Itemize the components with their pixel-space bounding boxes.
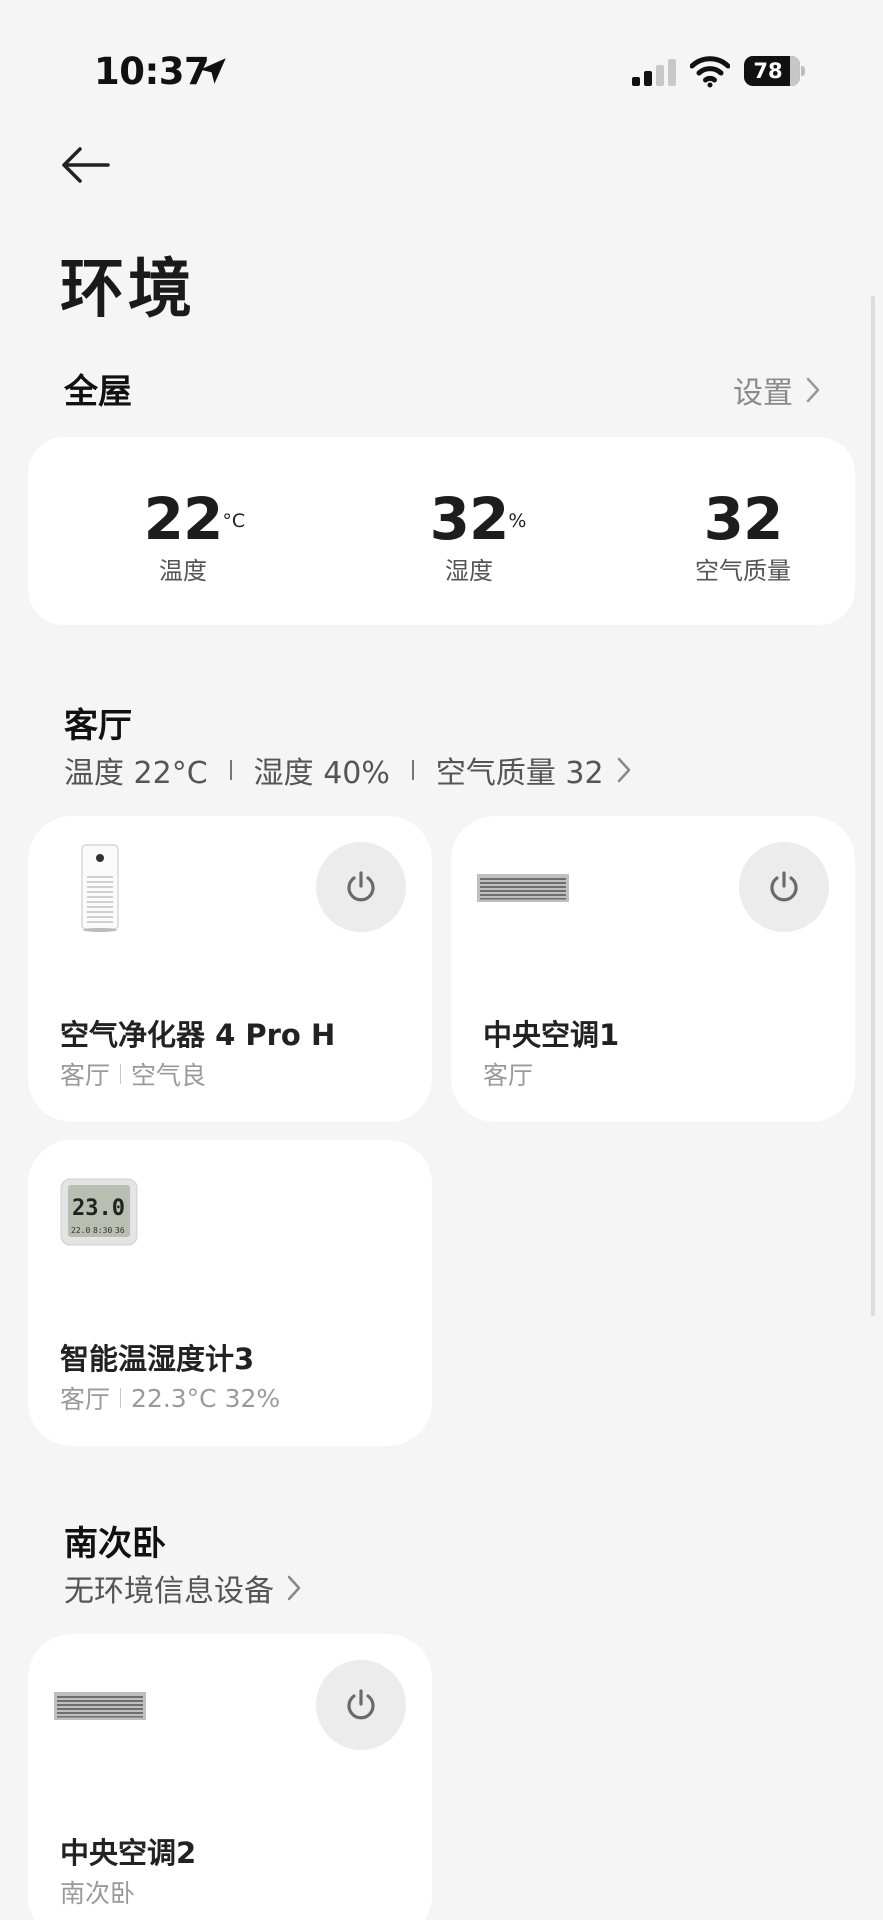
page-title: 环境: [60, 253, 196, 327]
battery-indicator: 78: [744, 56, 806, 86]
status-bar: 10:37 78: [0, 0, 883, 140]
device-status: 22.3°C 32%: [131, 1383, 281, 1413]
device-room: 客厅: [60, 1061, 111, 1090]
device-name: 智能温湿度计3: [60, 1342, 255, 1376]
south-bedroom-info-text: 无环境信息设备: [64, 1574, 274, 1609]
temperature-metric: 22 °C 温度: [108, 489, 258, 586]
living-room-title: 客厅: [64, 706, 132, 746]
battery-level: 78: [753, 59, 783, 83]
device-name: 中央空调2: [60, 1836, 197, 1870]
sensor-main-reading: 23.0: [72, 1196, 125, 1221]
location-arrow-icon: [200, 58, 226, 84]
device-room: 客厅: [483, 1061, 534, 1090]
south-bedroom-title: 南次卧: [64, 1524, 166, 1564]
humidity-label: 湿度: [445, 557, 493, 585]
device-subtitle: 客厅: [483, 1056, 533, 1092]
temperature-value: 22 °C: [143, 485, 246, 553]
living-room-air-quality: 空气质量 32: [435, 756, 604, 791]
thermo-hygrometer-image: 23.0 22.0 8:30 36: [60, 1178, 138, 1246]
battery-icon: 78: [744, 56, 800, 86]
device-subtitle: 客厅 空气良: [60, 1056, 206, 1092]
sensor-sub-reading-2: 8:30: [93, 1226, 112, 1235]
chevron-right-icon: [617, 757, 630, 783]
device-subtitle: 南次卧: [60, 1874, 135, 1910]
air-quality-label: 空气质量: [695, 557, 791, 585]
humidity-value: 32%: [429, 485, 527, 553]
chevron-right-icon: [287, 1575, 301, 1601]
environment-page: 10:37 78 环境 全屋 设置 22 °C 温度 32 % 湿度 32 空气…: [0, 0, 883, 1920]
power-icon: [347, 1689, 375, 1720]
living-room-temperature: 温度 22°C: [64, 756, 208, 791]
settings-label: 设置: [733, 376, 793, 411]
power-button[interactable]: [316, 842, 406, 932]
living-room-info[interactable]: 温度 22°C 湿度 40% 空气质量 32: [64, 748, 632, 792]
temperature-unit: °C: [222, 510, 246, 532]
whole-house-summary-card[interactable]: 22 °C 温度 32% 湿度 32 空气质量: [28, 437, 855, 625]
device-card-air-purifier[interactable]: 空气净化器 4 Pro H 客厅 空气良: [28, 816, 432, 1122]
device-name: 空气净化器 4 Pro H: [60, 1018, 336, 1052]
power-icon: [347, 871, 375, 902]
air-quality-value: 32: [703, 485, 784, 553]
device-subtitle: 客厅 22.3°C 32%: [60, 1380, 280, 1416]
temperature-label: 温度: [159, 557, 207, 585]
device-name: 中央空调1: [483, 1018, 620, 1052]
wifi-icon: [690, 56, 730, 88]
central-ac-image: [477, 874, 569, 902]
air-purifier-image: [81, 844, 119, 932]
power-icon: [770, 871, 798, 902]
status-time: 10:37: [94, 50, 210, 93]
back-arrow-icon: [62, 147, 110, 183]
humidity-unit: %: [508, 510, 527, 532]
device-status: 空气良: [131, 1061, 207, 1090]
central-ac-image: [54, 1692, 146, 1720]
back-button[interactable]: [60, 140, 120, 190]
whole-house-title: 全屋: [64, 372, 132, 412]
device-card-central-ac-2[interactable]: 中央空调2 南次卧: [28, 1634, 432, 1920]
sensor-sub-reading-1: 22.0: [71, 1226, 90, 1235]
scrollbar[interactable]: [871, 296, 875, 1316]
power-button[interactable]: [316, 1660, 406, 1750]
device-card-thermo-hygrometer[interactable]: 23.0 22.0 8:30 36 智能温湿度计3 客厅 22.3°C 32%: [28, 1140, 432, 1446]
south-bedroom-info[interactable]: 无环境信息设备: [64, 1566, 302, 1610]
chevron-right-icon: [806, 377, 820, 403]
device-room: 南次卧: [60, 1879, 136, 1908]
settings-link[interactable]: 设置: [733, 368, 821, 412]
sensor-sub-reading-3: 36: [115, 1226, 125, 1235]
living-room-humidity: 湿度 40%: [253, 756, 390, 791]
cellular-signal-icon: [632, 59, 676, 86]
humidity-metric: 32% 湿度: [394, 489, 544, 586]
air-quality-metric: 32 空气质量: [668, 489, 818, 586]
power-button[interactable]: [739, 842, 829, 932]
device-room: 客厅: [60, 1385, 111, 1414]
device-card-central-ac-1[interactable]: 中央空调1 客厅: [451, 816, 855, 1122]
